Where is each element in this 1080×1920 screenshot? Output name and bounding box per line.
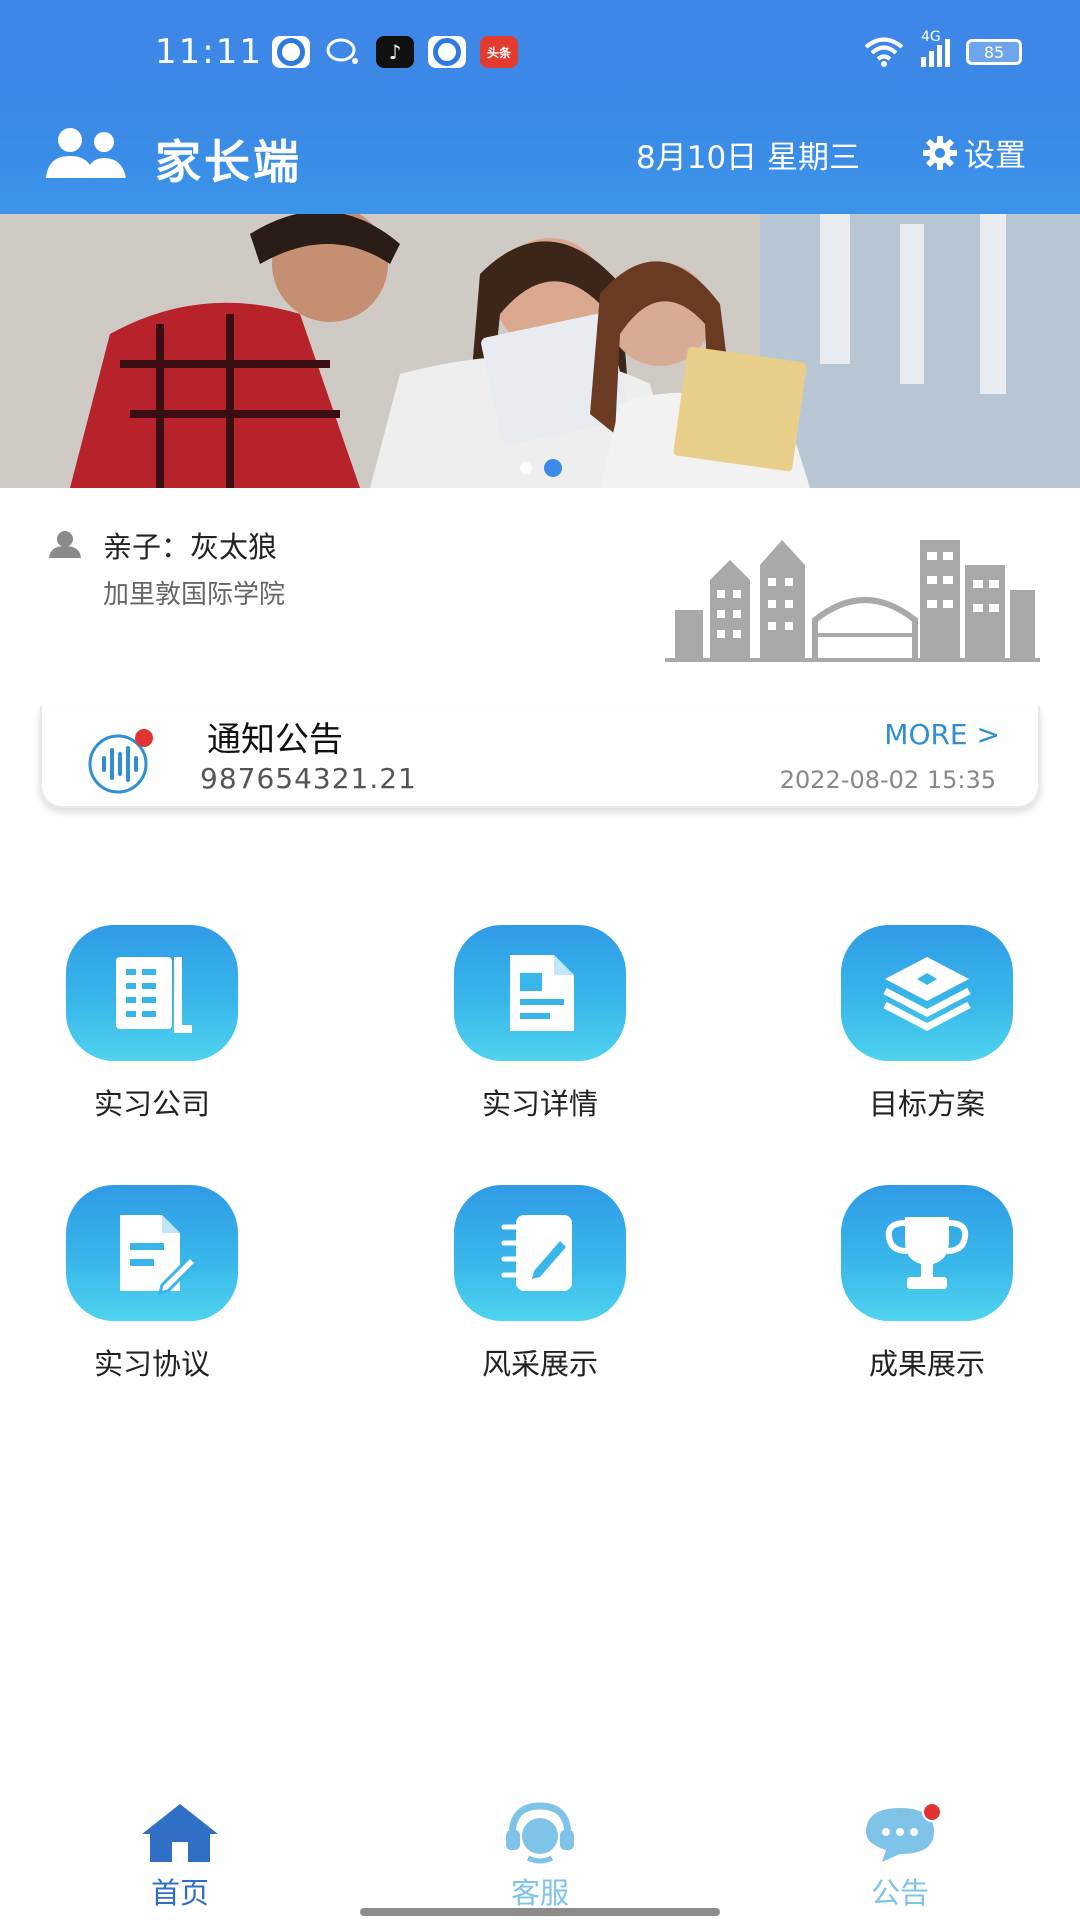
nav-label: 客服 <box>510 1876 569 1910</box>
document-icon <box>510 955 574 1031</box>
header: 11:11 ♪ 头条 4G 85 家长端 8月10日 星期三 设置 <box>0 0 1080 214</box>
menu-label: 实习协议 <box>93 1347 210 1381</box>
company-tile <box>66 925 238 1061</box>
home-icon <box>142 1804 218 1862</box>
tiktok-icon: ♪ <box>376 36 414 68</box>
carousel-dot[interactable] <box>520 462 532 474</box>
settings-label: 设置 <box>964 138 1026 174</box>
agreement-icon <box>120 1215 199 1295</box>
layers-icon <box>883 957 971 1031</box>
network-type: 4G <box>921 29 941 45</box>
more-link[interactable]: MORE > <box>884 718 1000 751</box>
agreement-tile <box>66 1185 238 1321</box>
banner-carousel[interactable] <box>0 214 1080 488</box>
nav-home[interactable]: 首页 <box>100 1802 260 1912</box>
company-icon <box>116 957 192 1033</box>
parents-icon <box>46 128 126 178</box>
bottom-nav: 首页 客服 公告 <box>0 1790 1080 1920</box>
app-screen: 11:11 ♪ 头条 4G 85 家长端 8月10日 星期三 设置 亲子：灰太狼… <box>0 0 1080 1920</box>
menu-label: 成果展示 <box>868 1347 985 1381</box>
menu-item-plan[interactable]: 目标方案 <box>817 925 1037 1145</box>
menu-label: 目标方案 <box>868 1087 985 1121</box>
achievement-tile <box>841 1185 1013 1321</box>
menu-label: 实习详情 <box>481 1087 598 1121</box>
notice-title: 通知公告 <box>207 720 343 760</box>
toutiao-icon: 头条 <box>480 36 518 68</box>
showcase-tile <box>454 1185 626 1321</box>
chat-icon <box>324 36 362 68</box>
settings-button[interactable]: 设置 <box>922 130 1026 175</box>
nav-label: 首页 <box>150 1876 209 1910</box>
school-name: 加里敦国际学院 <box>103 580 286 610</box>
city-skyline-icon <box>665 540 1040 662</box>
signal-indicator: 4G <box>921 29 950 67</box>
menu-item-achievement[interactable]: 成果展示 <box>817 1185 1037 1405</box>
menu-label: 实习公司 <box>93 1087 210 1121</box>
audio-notice-icon <box>88 729 153 794</box>
date-label: 8月10日 星期三 <box>636 140 861 176</box>
trophy-icon <box>885 1217 969 1289</box>
menu-item-showcase[interactable]: 风采展示 <box>430 1185 650 1405</box>
banner-image <box>0 214 1080 488</box>
eye-app-icon <box>428 36 466 68</box>
home-indicator[interactable] <box>360 1908 720 1916</box>
app-bar: 家长端 8月10日 星期三 设置 <box>0 110 1080 214</box>
child-name: 亲子：灰太狼 <box>103 530 278 564</box>
page-title: 家长端 <box>155 135 302 189</box>
carousel-dot-active[interactable] <box>544 459 562 477</box>
detail-tile <box>454 925 626 1061</box>
customer-service-icon <box>506 1802 574 1864</box>
notice-snippet: 987654321.21 <box>200 762 417 795</box>
notice-card[interactable]: 通知公告 MORE > 987654321.21 2022-08-02 15:3… <box>40 706 1040 808</box>
plan-tile <box>841 925 1013 1061</box>
gear-icon <box>923 135 957 170</box>
menu-label: 风采展示 <box>481 1347 598 1381</box>
notification-badge <box>922 1802 942 1822</box>
nav-announcement[interactable]: 公告 <box>820 1802 980 1912</box>
wifi-icon <box>864 37 904 67</box>
eye-app-icon <box>272 36 310 68</box>
status-time: 11:11 <box>155 32 263 72</box>
notification-icons: ♪ 头条 <box>272 36 518 68</box>
notebook-icon <box>501 1215 572 1291</box>
status-bar: 11:11 ♪ 头条 4G 85 <box>0 0 1080 110</box>
child-info: 亲子：灰太狼 加里敦国际学院 <box>0 488 1080 668</box>
battery-indicator: 85 <box>966 39 1022 65</box>
menu-item-company[interactable]: 实习公司 <box>42 925 262 1145</box>
menu-item-detail[interactable]: 实习详情 <box>430 925 650 1145</box>
person-icon <box>49 531 81 558</box>
nav-customer-service[interactable]: 客服 <box>460 1802 620 1912</box>
nav-label: 公告 <box>870 1876 929 1910</box>
system-icons: 4G 85 <box>863 29 1022 68</box>
menu-item-agreement[interactable]: 实习协议 <box>42 1185 262 1405</box>
notice-time: 2022-08-02 15:35 <box>779 766 996 794</box>
